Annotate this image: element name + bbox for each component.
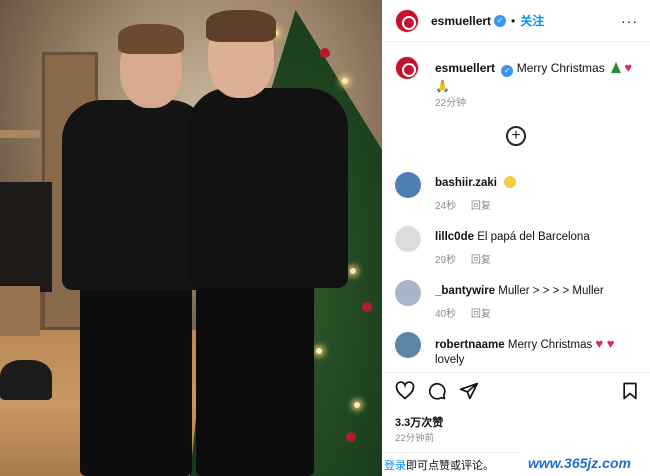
post-timestamp: 22分钟前	[395, 433, 435, 444]
comment-time: 24秒	[435, 201, 457, 212]
follow-button[interactable]: 关注	[520, 12, 544, 29]
photo-shoe	[0, 360, 52, 400]
bookmark-icon[interactable]	[620, 381, 640, 401]
comment-username[interactable]: _bantywire	[435, 285, 495, 297]
separator-dot: •	[511, 13, 516, 28]
comment-time: 40秒	[435, 309, 457, 320]
tree-ornament	[320, 48, 330, 58]
post-header: esmuellert ✓ • 关注 ···	[382, 0, 650, 42]
verified-badge-icon: ✓	[494, 14, 507, 27]
site-watermark: www.365jz.com	[520, 452, 650, 476]
heart-emoji-icon: ♥	[624, 60, 633, 75]
caption-avatar[interactable]	[395, 56, 419, 80]
christmas-tree-emoji-icon	[611, 62, 622, 73]
caption-username[interactable]: esmuellert	[435, 61, 495, 75]
reply-button[interactable]: 回复	[471, 201, 491, 212]
tree-ornament	[346, 432, 356, 442]
tree-light	[316, 348, 322, 354]
header-username[interactable]: esmuellert	[431, 14, 491, 28]
comment-meta: 29秒 回复	[435, 251, 503, 266]
person-right-body	[188, 88, 348, 288]
comment-meta: 40秒 回复	[435, 305, 503, 320]
person-right-hair	[206, 10, 276, 42]
comment-message: El papá del Barcelona	[477, 231, 590, 243]
comment-avatar[interactable]	[395, 332, 421, 358]
comment-text: _bantywire Muller > > > > Muller	[435, 284, 647, 299]
reply-button[interactable]: 回复	[471, 309, 491, 320]
comment-username[interactable]: bashiir.zaki	[435, 177, 497, 189]
verified-badge-icon: ✓	[501, 65, 514, 77]
person-right-legs	[196, 280, 314, 476]
comment-username[interactable]: robertnaame	[435, 339, 505, 351]
comment-message-line2: lovely	[435, 354, 465, 366]
post-photo[interactable]	[0, 0, 382, 476]
share-icon[interactable]	[459, 381, 479, 401]
comment-avatar[interactable]	[395, 172, 421, 198]
comment-text: bashiir.zaki	[435, 176, 647, 191]
tree-ornament	[362, 302, 372, 312]
comment-avatar[interactable]	[395, 226, 421, 252]
heart-icon[interactable]	[395, 381, 415, 401]
caption-time: 22分钟	[435, 98, 467, 109]
comment-text: robertnaame Merry Christmas ♥ ♥ lovely	[435, 336, 647, 368]
comment-text: lillc0de El papá del Barcelona	[435, 230, 647, 245]
tree-light	[350, 268, 356, 274]
photo-tv	[0, 182, 52, 292]
photo-cabinet	[0, 286, 40, 336]
post-side-panel: esmuellert ✓ • 关注 ··· esmuellert ✓ Merry…	[382, 0, 650, 476]
login-prompt-text: 即可点赞或评论。	[406, 460, 494, 472]
more-options-icon[interactable]: ···	[621, 13, 638, 29]
tree-light	[354, 402, 360, 408]
add-comment-icon[interactable]: +	[506, 126, 526, 146]
comment-message: Merry Christmas	[507, 339, 593, 351]
reply-button[interactable]: 回复	[471, 255, 491, 266]
action-bar	[382, 372, 650, 402]
comment-username[interactable]: lillc0de	[435, 231, 474, 243]
photo-shelf	[0, 130, 40, 138]
caption-text: esmuellert ✓ Merry Christmas ♥ 🙏	[435, 60, 645, 94]
like-count[interactable]: 3.3万次赞	[395, 414, 443, 430]
tree-light	[342, 78, 348, 84]
comment-avatar[interactable]	[395, 280, 421, 306]
caption-message: Merry Christmas	[516, 61, 605, 75]
person-left-hair	[118, 24, 184, 54]
login-link[interactable]: 登录	[384, 460, 406, 472]
heart-emoji-icon: ♥ ♥	[595, 336, 615, 351]
avatar[interactable]	[395, 8, 419, 33]
comment-time: 29秒	[435, 255, 457, 266]
pray-emoji-icon: 🙏	[435, 79, 450, 93]
comment-message: Muller > > > > Muller	[498, 285, 604, 297]
person-left-legs	[80, 282, 192, 476]
comment-icon[interactable]	[427, 381, 447, 401]
smile-emoji-icon	[504, 176, 517, 188]
comment-meta: 24秒 回复	[435, 197, 503, 212]
